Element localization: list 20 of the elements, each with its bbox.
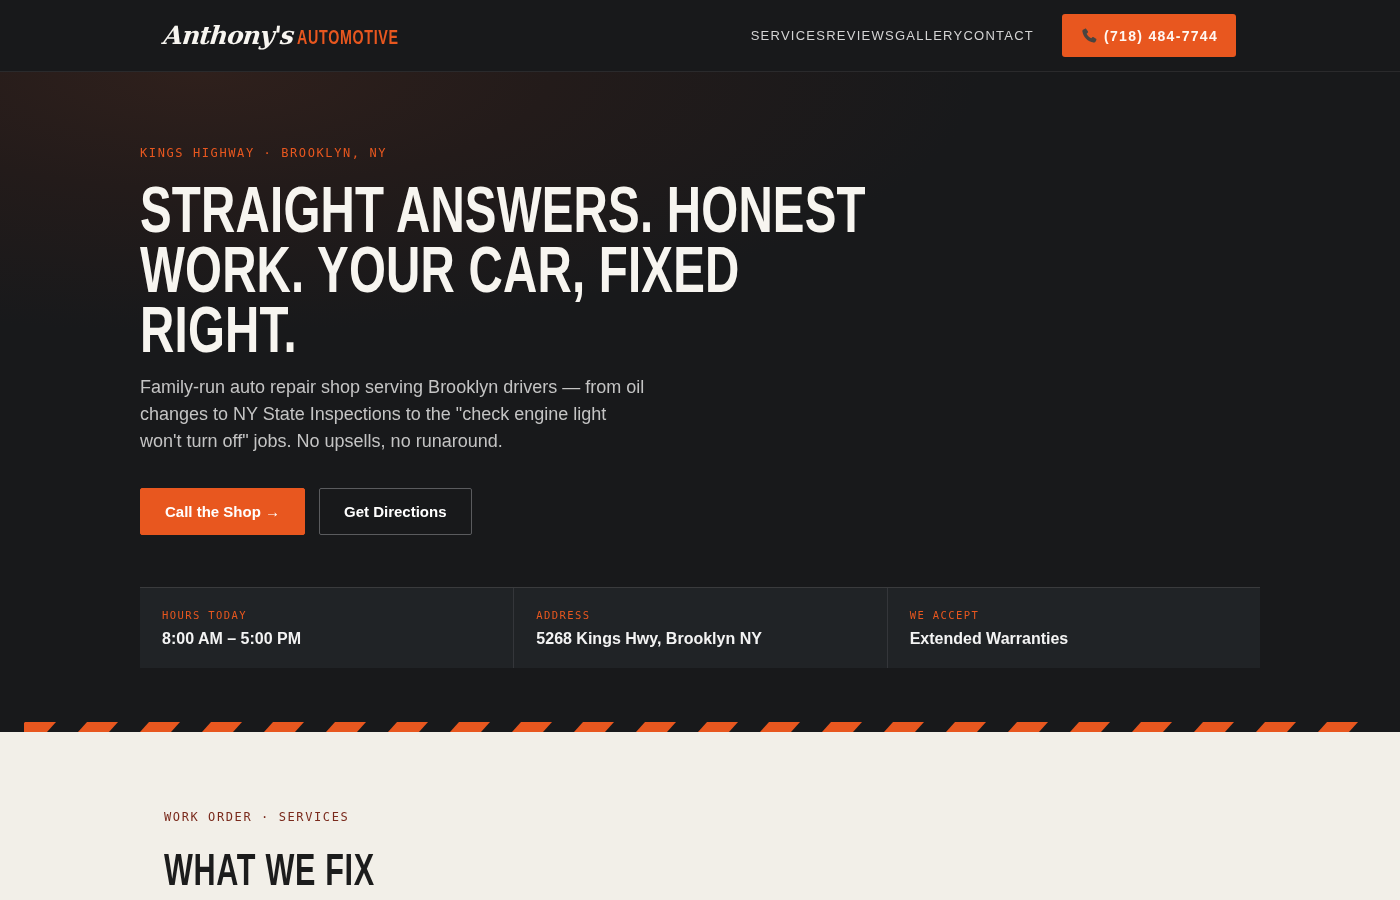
location-eyebrow: KINGS HIGHWAY · BROOKLYN, NY [140, 146, 388, 160]
hero-headline: STRAIGHT ANSWERS. HONEST WORK. YOUR CAR, FIXED RIGHT. [140, 180, 867, 360]
call-button[interactable]: Call the Shop → [140, 488, 305, 535]
nav-link[interactable]: GALLERY [894, 28, 964, 43]
nav-link[interactable]: REVIEWS [826, 28, 895, 43]
info-value: Extended Warranties [909, 630, 1069, 648]
info-value: 8:00 AM – 5:00 PM [162, 630, 301, 648]
logo-script: Anthony's [162, 21, 295, 50]
nav-link[interactable]: SERVICES [750, 28, 827, 43]
info-value: 5268 Kings Hwy, Brooklyn NY [536, 630, 762, 648]
phone-icon [1080, 26, 1099, 45]
hero-description: Family-run auto repair shop serving Brooklyn drivers — from oil changes to NY State Inspections to the "check engine light won't turn off" jobs. No upsells, no runaround. [140, 376, 646, 453]
logo-wordmark: AUTOMOTIVE [297, 25, 400, 49]
section-title: WHAT WE FIX [164, 844, 375, 896]
info-label: HOURS TODAY [162, 609, 247, 621]
nav-link[interactable]: CONTACT [963, 28, 1035, 43]
directions-button[interactable]: Get Directions [319, 488, 472, 535]
info-label: ADDRESS [536, 609, 591, 621]
section-eyebrow: WORK ORDER · SERVICES [164, 810, 350, 824]
info-label: WE ACCEPT [909, 609, 980, 621]
